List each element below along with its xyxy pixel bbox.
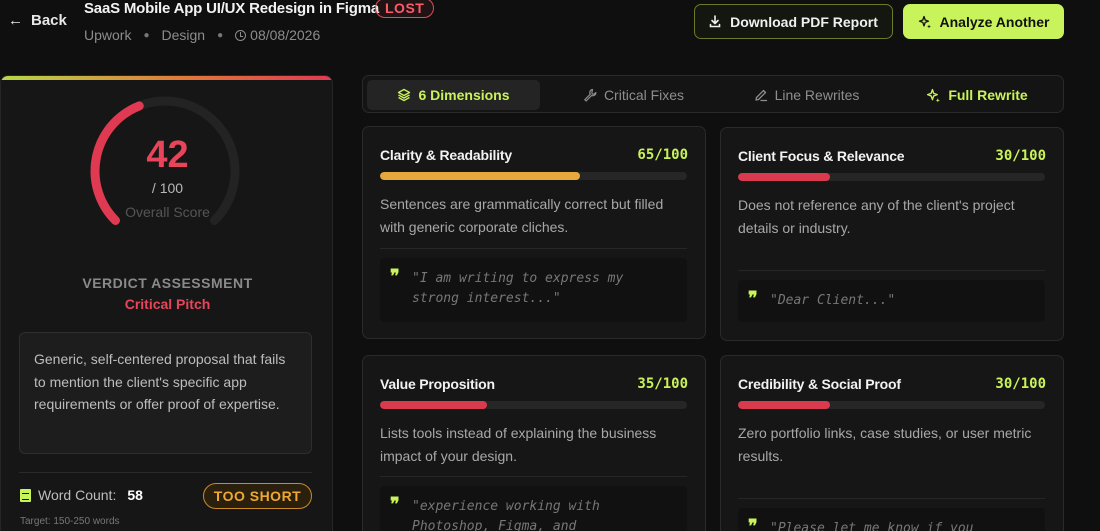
- dimension-progress: [738, 401, 1045, 409]
- tab-critical-fixes[interactable]: Critical Fixes: [547, 80, 720, 110]
- tab-label: Critical Fixes: [603, 87, 685, 103]
- divider: [19, 472, 312, 473]
- dimension-card: Clarity & Readability 65/100 Sentences a…: [362, 126, 706, 339]
- tab-label: Full Rewrite: [948, 87, 1028, 103]
- verdict-summary: Generic, self-centered proposal that fai…: [19, 332, 312, 454]
- quote-icon: ❞: [390, 494, 400, 515]
- separator-dot: ●: [143, 29, 150, 41]
- dimension-progress: [380, 401, 687, 409]
- analysis-tabs: 6 Dimensions Critical Fixes Line Rewrite…: [362, 75, 1064, 113]
- proposal-quote: ❞ "experience working with Photoshop, Fi…: [380, 486, 687, 531]
- dimension-score: 30/100: [995, 376, 1046, 392]
- dimension-card: Value Proposition 35/100 Lists tools ins…: [362, 355, 706, 531]
- dimension-progress-fill: [380, 172, 580, 180]
- dimension-card: Credibility & Social Proof 30/100 Zero p…: [720, 355, 1064, 531]
- wrench-icon: [584, 88, 597, 102]
- platform-label: Upwork: [84, 27, 132, 43]
- divider: [380, 248, 687, 249]
- proposal-quote: ❞ "Please let me know if you: [738, 508, 1045, 531]
- clock-icon: [235, 29, 247, 41]
- sparkles-icon: [927, 88, 941, 102]
- sparkles-icon: [918, 15, 931, 28]
- dimension-score: 35/100: [637, 376, 688, 392]
- dimension-progress: [380, 172, 687, 180]
- category-label: Design: [161, 27, 206, 43]
- score-panel: 42 / 100 Overall Score VERDICT ASSESSMEN…: [0, 75, 333, 531]
- tab-6-dimensions[interactable]: 6 Dimensions: [367, 80, 540, 110]
- tab-label: 6 Dimensions: [418, 87, 510, 103]
- word-count: Word Count: 58: [20, 487, 143, 503]
- score-caption: Overall Score: [125, 204, 210, 220]
- quote-text: "I am writing to express my strong inter…: [412, 271, 624, 306]
- quote-text: "Please let me know if you: [770, 521, 974, 531]
- dimension-title: Value Proposition: [380, 376, 495, 392]
- download-icon: [709, 15, 721, 28]
- back-button[interactable]: ← Back: [8, 12, 67, 29]
- tab-line-rewrites[interactable]: Line Rewrites: [720, 80, 893, 110]
- quote-icon: ❞: [390, 266, 400, 287]
- job-meta: Upwork ● Design ● 08/08/2026: [84, 27, 320, 43]
- document-icon: [20, 488, 31, 502]
- dimension-description: Zero portfolio links, case studies, or u…: [738, 425, 1032, 464]
- proposal-quote: ❞ "Dear Client...": [738, 280, 1045, 322]
- dimension-progress: [738, 173, 1045, 181]
- proposal-quote: ❞ "I am writing to express my strong int…: [380, 258, 687, 322]
- status-badge: LOST: [375, 0, 435, 18]
- dimension-description: Lists tools instead of explaining the bu…: [380, 425, 657, 464]
- dimension-title: Credibility & Social Proof: [738, 376, 901, 392]
- analyze-another-button[interactable]: Analyze Another: [903, 4, 1064, 39]
- length-badge: TOO SHORT: [203, 483, 312, 509]
- analyze-label: Analyze Another: [939, 13, 1050, 30]
- dimension-progress-fill: [380, 401, 488, 409]
- dimension-card: Client Focus & Relevance 30/100 Does not…: [720, 127, 1064, 341]
- tab-full-rewrite[interactable]: Full Rewrite: [893, 80, 1061, 110]
- download-label: Download PDF Report: [730, 13, 878, 30]
- dimension-title: Client Focus & Relevance: [738, 148, 905, 164]
- dimension-score: 65/100: [637, 147, 688, 163]
- verdict-heading: VERDICT ASSESSMENT: [82, 275, 253, 291]
- quote-icon: ❞: [748, 288, 758, 309]
- page-title: SaaS Mobile App UI/UX Redesign in Figma: [84, 0, 380, 17]
- word-count-label: Word Count:: [38, 487, 117, 503]
- quote-icon: ❞: [748, 516, 758, 531]
- dimension-score: 30/100: [995, 148, 1046, 164]
- date-label: 08/08/2026: [235, 27, 320, 43]
- download-pdf-button[interactable]: Download PDF Report: [694, 4, 893, 39]
- arrow-left-icon: ←: [8, 12, 23, 29]
- dimension-description: Does not reference any of the client's p…: [738, 197, 1015, 236]
- dimension-title: Clarity & Readability: [380, 147, 512, 163]
- quote-text: "experience working with Photoshop, Figm…: [412, 499, 600, 531]
- verdict-value: Critical Pitch: [124, 296, 211, 312]
- layers-icon: [398, 88, 411, 102]
- word-target: Target: 150-250 words: [20, 516, 120, 527]
- divider: [738, 498, 1045, 499]
- date-value: 08/08/2026: [250, 27, 321, 43]
- overall-score: 42: [146, 134, 189, 176]
- word-count-value: 58: [127, 487, 143, 503]
- divider: [380, 476, 687, 477]
- divider: [738, 270, 1045, 271]
- dimension-progress-fill: [738, 173, 831, 181]
- pencil-icon: [754, 89, 767, 102]
- panel-accent-bar: [1, 76, 332, 80]
- quote-text: "Dear Client...": [770, 293, 896, 308]
- dimension-progress-fill: [738, 401, 831, 409]
- dimension-description: Sentences are grammatically correct but …: [380, 196, 664, 235]
- back-label: Back: [31, 12, 67, 29]
- separator-dot: ●: [217, 29, 224, 41]
- tab-label: Line Rewrites: [774, 87, 860, 103]
- score-denominator: / 100: [151, 180, 184, 196]
